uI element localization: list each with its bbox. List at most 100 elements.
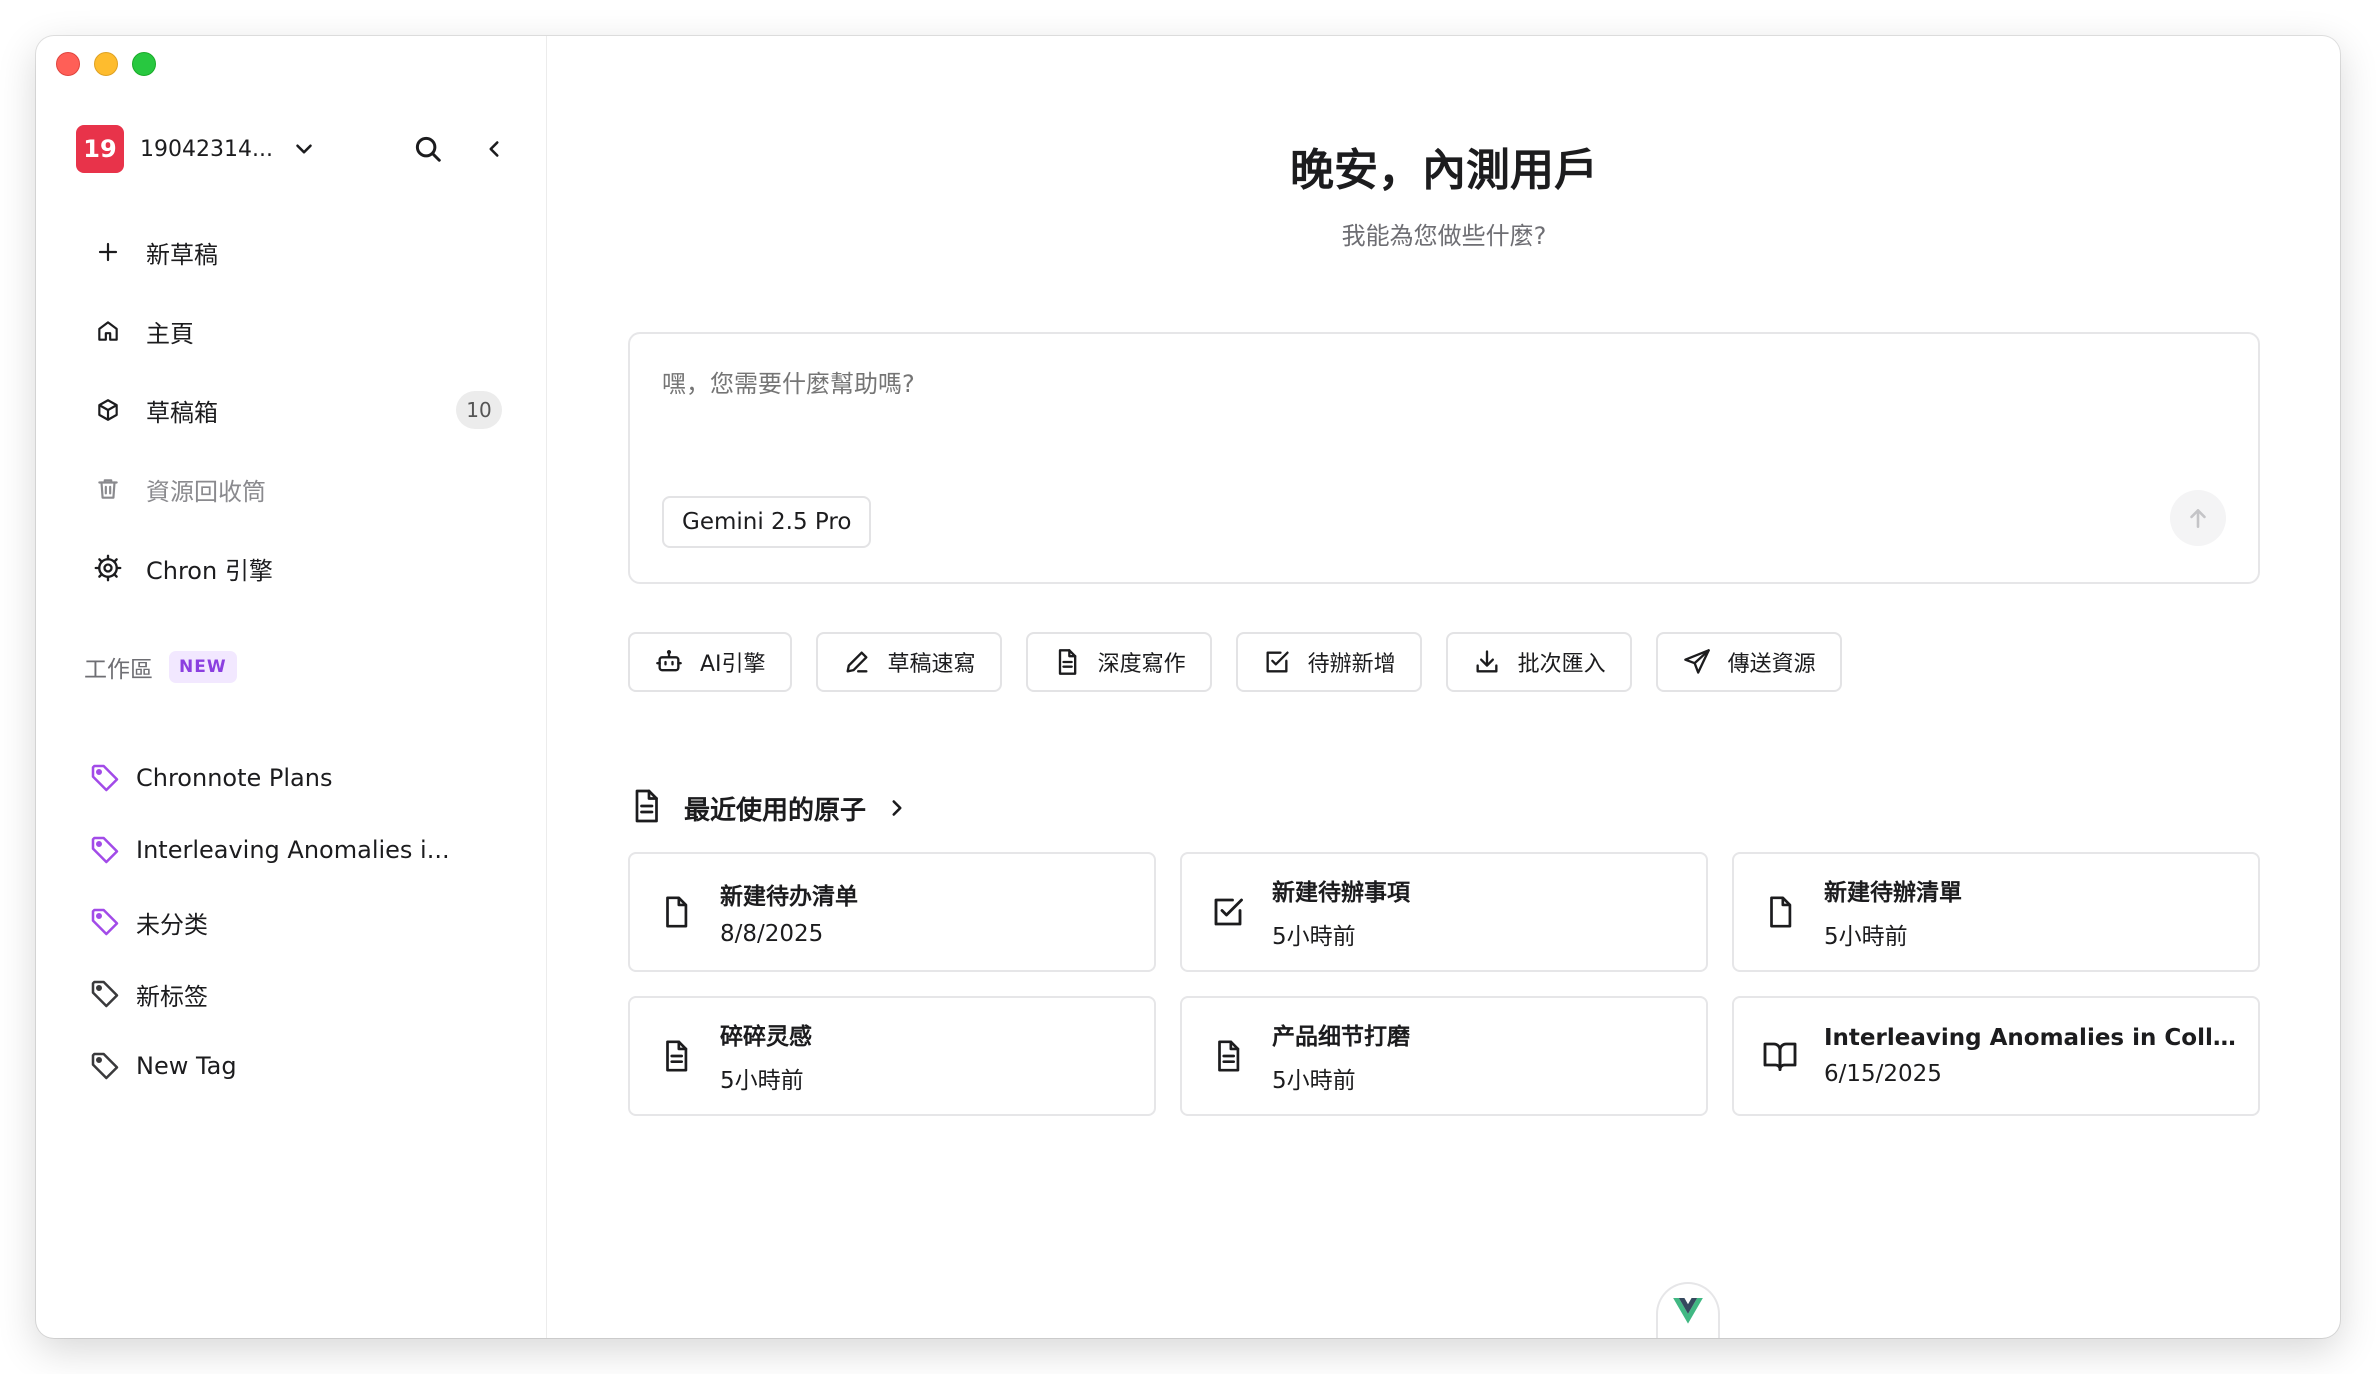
recent-atom-card[interactable]: 新建待辦清單 5小時前 xyxy=(1732,852,2260,972)
download-icon xyxy=(1472,647,1502,677)
search-icon[interactable] xyxy=(412,133,444,165)
card-date: 5小時前 xyxy=(1272,1068,1356,1094)
action-label: 深度寫作 xyxy=(1097,652,1186,677)
account-avatar[interactable]: 19 xyxy=(76,125,124,173)
sidebar-item-trash[interactable]: 資源回收筒 xyxy=(76,463,510,515)
tag-icon xyxy=(88,833,122,867)
recent-atom-card[interactable]: Interleaving Anomalies in Collabo... 6/1… xyxy=(1732,996,2260,1116)
batch-import-button[interactable]: 批次匯入 xyxy=(1445,632,1632,692)
account-name[interactable]: 19042314... xyxy=(140,137,273,162)
sidebar-nav: 新草稿 主頁 草稿箱 10 資源回收筒 Chron 引擎 xyxy=(76,226,510,621)
card-date: 6/15/2025 xyxy=(1824,1061,1942,1087)
quick-draft-button[interactable]: 草稿速寫 xyxy=(815,632,1002,692)
sidebar-item-new-draft[interactable]: 新草稿 xyxy=(76,226,510,278)
card-title: 碎碎灵感 xyxy=(720,1024,812,1050)
action-label: 傳送資源 xyxy=(1727,652,1816,677)
recent-atoms-grid: 新建待办清单 8/8/2025 新建待辦事項 5小時前 新建待辦清單 5小時前 … xyxy=(628,852,2260,1116)
action-label: AI引擎 xyxy=(700,652,766,677)
sidebar-item-label: 草稿箱 xyxy=(146,398,218,427)
prompt-composer: Gemini 2.5 Pro xyxy=(628,332,2260,584)
sidebar-item-drafts[interactable]: 草稿箱 10 xyxy=(76,384,510,436)
tag-icon xyxy=(88,761,122,795)
tag-item-new-tag[interactable]: New Tag xyxy=(76,1042,510,1090)
recent-atom-card[interactable]: 碎碎灵感 5小時前 xyxy=(628,996,1156,1116)
send-resource-button[interactable]: 傳送資源 xyxy=(1655,632,1842,692)
tag-icon xyxy=(88,1049,122,1083)
tag-item-new-tag-cn[interactable]: 新标签 xyxy=(76,970,510,1018)
collapse-sidebar-icon[interactable] xyxy=(478,133,510,165)
card-date: 8/8/2025 xyxy=(720,921,824,947)
chevron-down-icon[interactable] xyxy=(291,136,317,162)
add-todo-button[interactable]: 待辦新增 xyxy=(1235,632,1422,692)
app-window: 19 19042314... 新草稿 主頁 草稿箱 10 資源回收筒 Chron… xyxy=(36,36,2340,1338)
tag-item-interleaving[interactable]: Interleaving Anomalies i... xyxy=(76,826,510,874)
arrow-up-icon xyxy=(2190,509,2206,528)
sidebar-item-home[interactable]: 主頁 xyxy=(76,305,510,357)
sidebar-item-label: 主頁 xyxy=(146,319,194,348)
card-title: 新建待辦事項 xyxy=(1272,880,1410,906)
workspace-header: 工作區 NEW xyxy=(84,650,237,684)
tag-label: New Tag xyxy=(136,1052,237,1080)
devtools-toggle-button[interactable] xyxy=(1656,1282,1720,1338)
checkbox-icon xyxy=(1208,892,1248,932)
chevron-right-icon[interactable] xyxy=(884,795,910,821)
trash-icon xyxy=(94,475,122,503)
quick-actions: AI引擎 草稿速寫 深度寫作 待辦新增 批次匯入 傳送資源 xyxy=(628,632,1842,692)
file-icon xyxy=(656,892,696,932)
tag-icon xyxy=(88,905,122,939)
recent-atoms-title: 最近使用的原子 xyxy=(684,795,867,826)
new-badge: NEW xyxy=(169,651,237,683)
drafts-count-badge: 10 xyxy=(456,391,502,429)
home-icon xyxy=(94,317,122,345)
tag-item-chronnote-plans[interactable]: Chronnote Plans xyxy=(76,754,510,802)
greeting-subtitle: 我能為您做些什麼? xyxy=(1341,222,1547,250)
card-title: Interleaving Anomalies in Collabo... xyxy=(1824,1025,2244,1051)
tag-item-uncategorized[interactable]: 未分类 xyxy=(76,898,510,946)
workspace-title: 工作區 xyxy=(84,657,153,683)
recent-atom-card[interactable]: 新建待办清单 8/8/2025 xyxy=(628,852,1156,972)
prompt-input[interactable] xyxy=(662,370,2226,398)
sidebar-item-label: 資源回收筒 xyxy=(146,477,266,506)
action-label: 草稿速寫 xyxy=(887,652,976,677)
recent-atoms-header[interactable]: 最近使用的原子 xyxy=(628,786,910,830)
tag-label: Chronnote Plans xyxy=(136,764,333,792)
tag-label: 新标签 xyxy=(136,982,208,1011)
box-icon xyxy=(94,396,122,424)
card-date: 5小時前 xyxy=(720,1068,804,1094)
plus-icon xyxy=(94,238,122,266)
document-icon xyxy=(1052,647,1082,677)
action-label: 批次匯入 xyxy=(1517,652,1606,677)
send-icon xyxy=(1682,647,1712,677)
gear-icon xyxy=(94,554,122,582)
document-icon xyxy=(1208,1036,1248,1076)
book-icon xyxy=(1760,1036,1800,1076)
sidebar-item-chron-engine[interactable]: Chron 引擎 xyxy=(76,542,510,594)
sidebar-item-label: 新草稿 xyxy=(146,240,218,269)
document-icon xyxy=(656,1036,696,1076)
card-date: 5小時前 xyxy=(1824,924,1908,950)
pen-icon xyxy=(842,647,872,677)
sidebar-item-label: Chron 引擎 xyxy=(146,556,273,585)
recent-atom-card[interactable]: 新建待辦事項 5小時前 xyxy=(1180,852,1708,972)
tag-label: 未分类 xyxy=(136,910,208,939)
action-label: 待辦新增 xyxy=(1307,652,1396,677)
sidebar: 19 19042314... 新草稿 主頁 草稿箱 10 資源回收筒 Chron… xyxy=(36,36,547,1338)
card-title: 新建待辦清單 xyxy=(1824,880,1962,906)
tag-label: Interleaving Anomalies i... xyxy=(136,836,450,864)
recent-atom-card[interactable]: 产品细节打磨 5小時前 xyxy=(1180,996,1708,1116)
robot-icon xyxy=(654,647,684,677)
account-row: 19 19042314... xyxy=(76,124,510,174)
tag-list: Chronnote Plans Interleaving Anomalies i… xyxy=(76,754,510,1114)
card-date: 5小時前 xyxy=(1272,924,1356,950)
vue-logo-icon xyxy=(1673,1298,1703,1324)
send-button[interactable] xyxy=(2170,490,2226,546)
file-icon xyxy=(1760,892,1800,932)
deep-writing-button[interactable]: 深度寫作 xyxy=(1025,632,1212,692)
card-title: 产品细节打磨 xyxy=(1272,1024,1410,1050)
model-selector[interactable]: Gemini 2.5 Pro xyxy=(662,496,872,548)
main-content: 晚安，內測用戶 我能為您做些什麼? Gemini 2.5 Pro AI引擎 草稿… xyxy=(548,36,2340,1338)
ai-engine-button[interactable]: AI引擎 xyxy=(628,632,792,692)
document-icon xyxy=(628,786,664,830)
card-title: 新建待办清单 xyxy=(720,884,858,910)
tag-icon xyxy=(88,977,122,1011)
